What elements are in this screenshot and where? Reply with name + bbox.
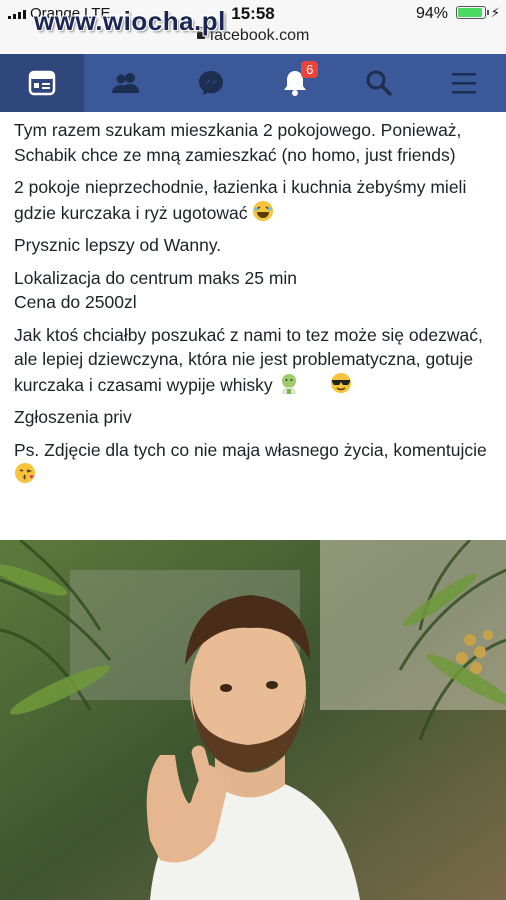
tab-notifications[interactable]: 6: [253, 54, 337, 112]
post-paragraph: 2 pokoje nieprzechodnie, łazienka i kuch…: [14, 177, 467, 223]
post-text: Tym razem szukam mieszkania 2 pokojowego…: [14, 118, 494, 496]
battery-icon: [456, 6, 489, 19]
post-photo[interactable]: [0, 540, 506, 900]
news-feed-icon: [28, 70, 56, 96]
friends-icon: [112, 73, 140, 93]
facebook-navbar: 6: [0, 54, 506, 112]
post-paragraph: Tym razem szukam mieszkania 2 pokojowego…: [14, 120, 462, 165]
charging-icon: ⚡︎: [490, 5, 500, 20]
tab-search[interactable]: [337, 54, 421, 112]
post-paragraph: Zgłoszenia priv: [14, 407, 132, 427]
battery-fill: [458, 8, 483, 17]
nauseated-face-emoji: [281, 373, 296, 394]
search-icon: [366, 70, 393, 96]
sunglasses-emoji: [330, 372, 351, 393]
tab-menu[interactable]: [422, 54, 506, 112]
menu-icon: [451, 73, 476, 94]
laughing-emoji: [253, 200, 274, 221]
post-paragraph: Ps. Zdjęcie dla tych co nie maja własneg…: [14, 438, 494, 488]
post-paragraph: Lokalizacja do centrum maks 25 min Cena d…: [14, 267, 298, 313]
man-gesturing-photo: [0, 540, 506, 900]
notification-badge: 6: [301, 61, 319, 78]
post-paragraph: Prysznic lepszy od Wanny.: [14, 235, 222, 255]
kissing-face-emoji: [15, 463, 35, 483]
messenger-icon: [198, 71, 223, 95]
tab-news-feed[interactable]: [0, 54, 85, 112]
tab-friends[interactable]: [84, 54, 168, 112]
battery-percent: 94%: [415, 5, 448, 22]
post-paragraph: Jak ktoś chciałby poszukać z nami to tez…: [14, 324, 483, 395]
watermark: www.wiocha.pl: [34, 6, 226, 36]
tab-messenger[interactable]: [169, 54, 253, 112]
